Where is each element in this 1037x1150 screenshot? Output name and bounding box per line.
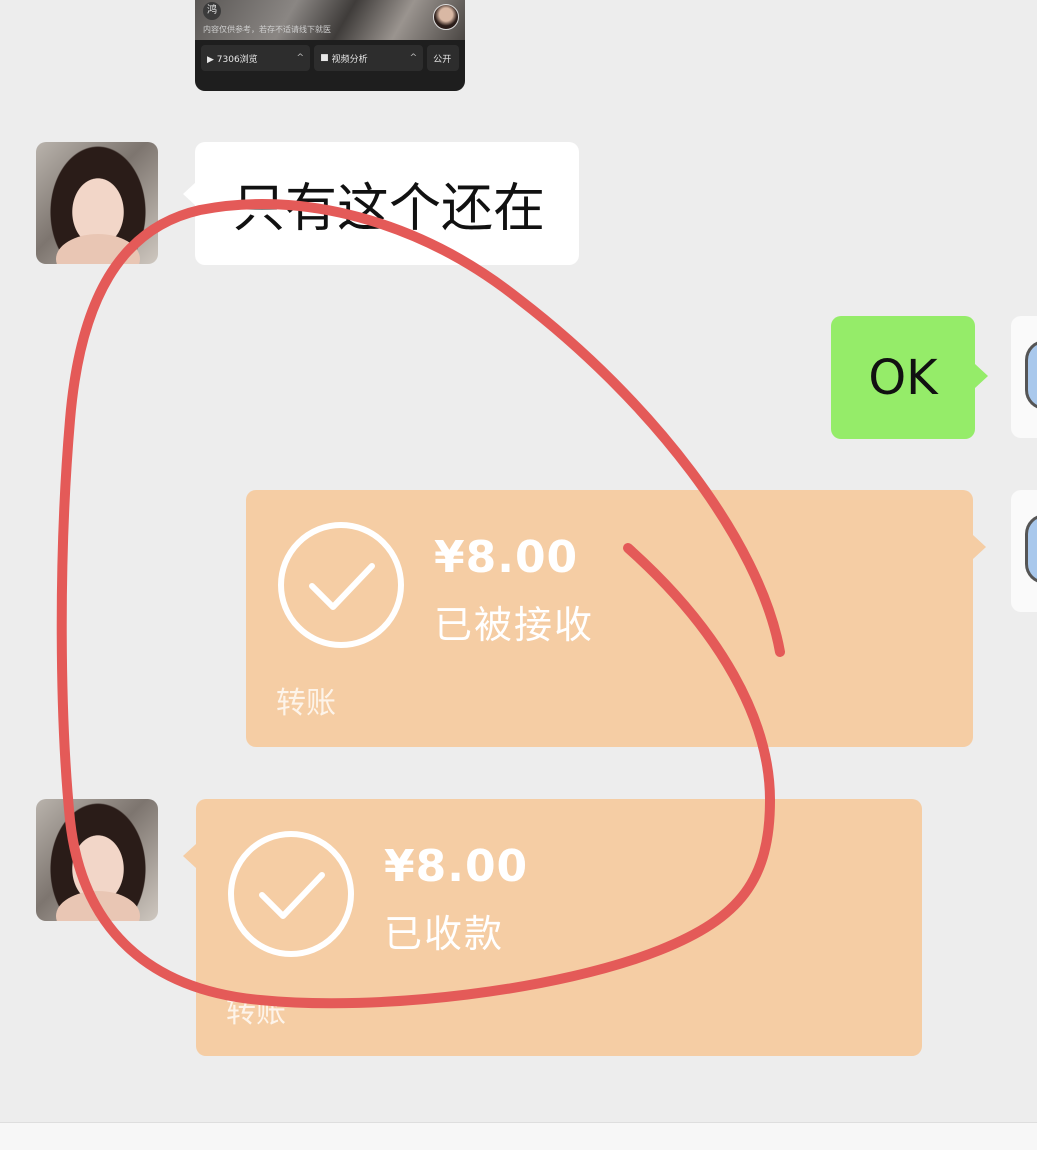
contact-avatar[interactable] (36, 799, 158, 921)
transfer-status: 已被接收 (434, 603, 595, 647)
transfer-card-received[interactable]: ¥8.00 已收款 转账 (183, 799, 922, 1056)
transfer-status: 已收款 (384, 912, 505, 956)
views-button[interactable]: ▶ 7306浏览 ^ (201, 45, 311, 71)
self-avatar[interactable] (1011, 316, 1037, 438)
video-disclaimer: 内容仅供参考，若存不适请线下就医 (203, 25, 331, 34)
transfer-card-sent[interactable]: ¥8.00 已被接收 转账 (246, 490, 986, 747)
message-bubble-self[interactable]: OK (831, 316, 988, 439)
video-stats-bar: ▶ 7306浏览 ^ ■ 视频分析 ^ 公开 (195, 45, 465, 71)
message-text: OK (868, 349, 938, 406)
check-circle-icon (278, 522, 404, 648)
check-circle-icon (228, 831, 354, 957)
message-text: 只有这个还在 (233, 179, 546, 239)
video-analysis-button[interactable]: ■ 视频分析 ^ (314, 45, 424, 71)
shared-video-card[interactable]: 鸿 内容仅供参考，若存不适请线下就医 ▶ 7306浏览 ^ ■ 视频分析 ^ 公… (195, 0, 465, 91)
transfer-label: 转账 (276, 686, 336, 721)
transfer-label: 转账 (226, 995, 286, 1030)
channel-logo-icon: 鸿 (203, 2, 221, 20)
self-avatar[interactable] (1011, 490, 1037, 612)
contact-avatar[interactable] (36, 142, 158, 264)
transfer-amount: ¥8.00 (434, 532, 579, 583)
views-label: ▶ 7306浏览 (207, 54, 258, 65)
chevron-up-icon: ^ (296, 53, 305, 63)
message-bubble-text[interactable]: 只有这个还在 (183, 142, 579, 265)
analysis-label: 视频分析 (331, 54, 368, 65)
transfer-amount: ¥8.00 (384, 841, 529, 892)
public-label: 公开 (433, 54, 452, 65)
video-author-avatar (433, 4, 459, 30)
chat-icon: ■ (320, 53, 329, 63)
public-toggle[interactable]: 公开 (427, 45, 459, 71)
input-bar-divider (0, 1122, 1037, 1150)
chevron-up-icon: ^ (409, 53, 418, 63)
